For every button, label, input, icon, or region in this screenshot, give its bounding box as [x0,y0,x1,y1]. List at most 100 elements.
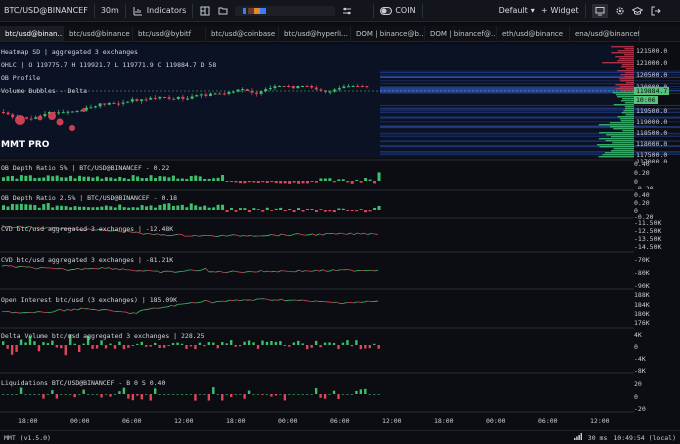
cvd-line [271,270,275,273]
volume-bubbles-label: Volume Bubbles - Delta [1,87,88,95]
indicator-bar [95,345,99,349]
indicator-bar [86,394,90,395]
candle-body [71,111,74,113]
indicator-bar [158,394,161,395]
indicator-bar [337,345,340,350]
cvd-agg-line [343,233,348,235]
indicator-bar [288,181,292,184]
candle-body [222,93,226,95]
indicator-bar [355,210,359,212]
candle-body [117,103,120,105]
indicator-bar [359,389,363,394]
heatmap-title: Heatmap SD | aggregated 3 exchanges [1,48,138,56]
open-interest-line [95,309,99,311]
candle-body [213,93,217,95]
liquidity-band [380,70,680,72]
indicator-bar [64,394,67,395]
indicator-bar [314,340,318,345]
indicator-bar [86,207,90,210]
open-interest-line [236,299,241,302]
indicator-bar [69,394,72,395]
ob-profile-bar [598,138,634,140]
cvd-agg-line [336,232,341,235]
indicator-bar [306,209,309,210]
cvd-agg-line [181,234,186,237]
open-interest-line [281,298,286,302]
indicator-bar [373,343,376,345]
indicator-bar [109,394,112,397]
indicator-bar [10,203,14,210]
candle-body [356,86,360,87]
candle-body [360,86,364,87]
indicator-bar [310,394,313,395]
indicator-bar [162,345,166,348]
ob-profile-bar [596,144,634,146]
indicator-bar [207,207,211,210]
candle-body [328,91,332,93]
indicator-bar [288,209,292,210]
candle-body [351,86,355,87]
indicator-bar [51,176,55,181]
ob-profile-bar [602,62,634,64]
indicator-bar [171,394,175,395]
indicator-bar [194,205,198,210]
indicator-bar [24,342,27,345]
cvd-agg-line [319,233,323,236]
indicator-bar [118,391,121,394]
indicator-bar [297,181,301,184]
liquidity-band [380,127,680,129]
open-interest-line [364,300,368,303]
cvd-agg-line [250,235,254,237]
cvd-agg-line [360,232,365,235]
cvd-agg-line [291,233,296,236]
indicator-bar [167,203,171,210]
indicator-bar [149,345,152,347]
indicator-bar [91,394,94,395]
indicator-bar [64,177,68,181]
indicator-bar [203,345,206,347]
indicator-bar [10,175,14,181]
indicator-bar [230,207,233,210]
indicator-bar [24,175,28,181]
indicator-bar [185,207,189,210]
ob-profile-bar [617,60,634,62]
candle-body [218,93,222,95]
candle-body [278,86,281,87]
ob-profile-bar [615,84,634,86]
indicator-bar [247,390,251,394]
cvd-line [374,269,379,272]
indicator-bar [341,208,345,210]
indicator-bar [6,394,9,395]
indicator-bar [33,205,37,210]
cvd-agg-line [198,235,203,237]
indicator-bar [238,181,242,184]
indicator-bar [243,394,246,399]
cvd-agg-line [312,233,317,236]
cvd-line [198,269,203,272]
ob-profile-bar [624,72,634,74]
indicator-bar [301,394,304,395]
indicator-bar [6,345,9,349]
open-interest-line [174,303,179,307]
indicator-bar [2,394,5,395]
cvd-line [191,269,196,272]
indicator-bar [33,178,37,181]
cvd-agg-line [153,233,158,236]
ob5-tick: -0.20 [634,185,654,189]
liquidity-band [380,153,680,155]
cvd-line [122,268,127,271]
open-interest-line [12,311,16,314]
candle-body [241,89,245,91]
indicator-bar [355,179,359,181]
indicator-bar [60,345,63,349]
indicator-bar [198,176,202,181]
liquidity-band [380,105,680,107]
indicator-bar [297,340,300,345]
indicator-bar [118,341,121,345]
cvd-line [243,271,248,273]
indicator-bar [51,340,54,345]
indicator-bar [113,207,117,210]
oi-tick: 184K [634,301,650,309]
open-interest-line [77,307,82,311]
indicator-bar [270,394,273,397]
